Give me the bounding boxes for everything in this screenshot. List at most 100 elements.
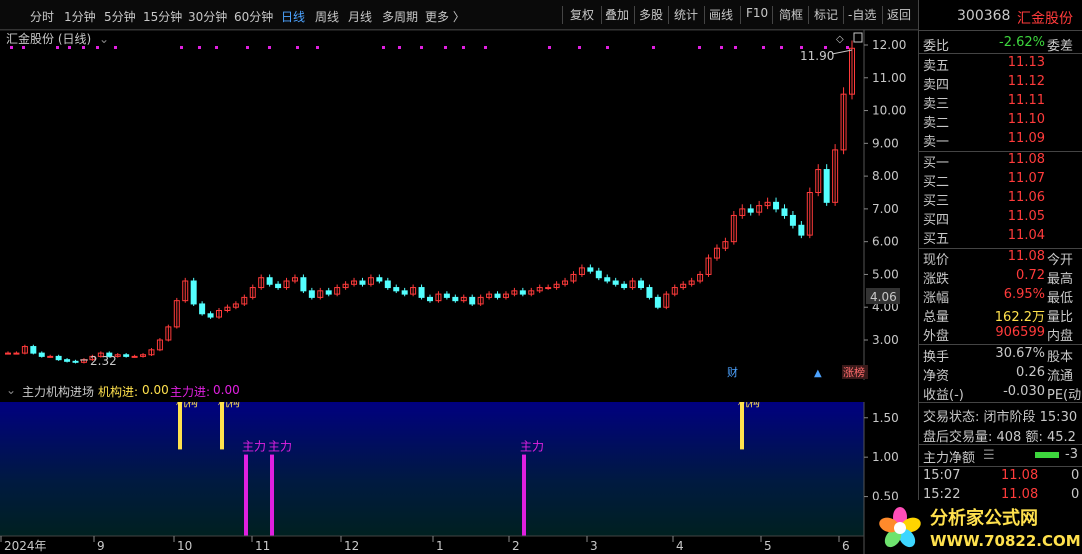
zhuli-value: 0.00: [213, 383, 240, 397]
fuquan-button[interactable]: 复权: [568, 6, 596, 24]
candle: [31, 347, 36, 354]
sell-level-label: 卖五: [923, 55, 949, 74]
mark-button[interactable]: 标记: [812, 6, 840, 24]
jigou-bar: [178, 402, 182, 449]
period-5min[interactable]: 5分钟: [104, 8, 136, 25]
price-chart[interactable]: 12.0011.0010.009.008.007.006.005.004.003…: [0, 30, 918, 380]
candle: [402, 291, 407, 294]
back-button[interactable]: 返回: [885, 6, 913, 24]
period-15min[interactable]: 15分钟: [143, 8, 182, 25]
period-more[interactable]: 更多 〉: [425, 8, 465, 25]
period-daily[interactable]: 日线: [281, 8, 305, 25]
price-tick-label: 8.00: [872, 169, 899, 183]
candle: [622, 284, 627, 287]
remove-watchlist-button[interactable]: -自选: [846, 6, 878, 24]
simple-frame-button[interactable]: 简框: [777, 6, 805, 24]
diamond-icon[interactable]: ◇: [836, 34, 844, 45]
time-tick-label: 2024年: [4, 539, 47, 553]
quote-stat: 总量162.2万量比: [923, 306, 1082, 325]
signal-dot: [296, 46, 299, 49]
toolbar-divider: [601, 6, 602, 24]
candle: [790, 215, 795, 225]
indicator-axis: 1.501.000.50: [864, 411, 899, 504]
signal-dot: [420, 46, 423, 49]
zhuli-tag: 主力: [520, 440, 544, 454]
price-tick-label: 5.00: [872, 267, 899, 281]
toolbar-divider: [740, 6, 741, 24]
finance-tag[interactable]: 财: [727, 365, 738, 379]
signal-dot: [846, 46, 849, 49]
period-30min[interactable]: 30分钟: [188, 8, 227, 25]
buy-level-label: 买四: [923, 209, 949, 228]
chart-title: 汇金股份 (日线) ⌄: [6, 30, 109, 47]
period-1min[interactable]: 1分钟: [64, 8, 96, 25]
overlay-button[interactable]: 叠加: [603, 6, 631, 24]
quote-stat-tail: 今开: [1047, 249, 1073, 268]
time-tick-label: 5: [764, 539, 772, 553]
high-marker: 11.90: [800, 49, 852, 63]
indicator-chart[interactable]: 机构机构机构主力主力主力 1.501.000.50 2024年910111212…: [0, 402, 918, 554]
period-60min[interactable]: 60分钟: [234, 8, 273, 25]
sell-level-value: 11.09: [1008, 131, 1045, 146]
time-tick-label: 12: [344, 539, 359, 553]
after-hours: 盘后交易量: 408 额: 45.2: [923, 426, 1082, 445]
signal-dot: [268, 46, 271, 49]
signal-dot: [114, 46, 117, 49]
limit-up-tag[interactable]: 涨榜: [843, 365, 865, 379]
period-weekly[interactable]: 周线: [315, 8, 339, 25]
period-multi[interactable]: 多周期: [382, 8, 418, 25]
signal-dot: [444, 46, 447, 49]
tick-time: 15:07: [923, 468, 960, 483]
f10-button[interactable]: F10: [744, 6, 770, 24]
quote-stat-2: 净资0.26流通: [923, 365, 1082, 384]
sell-level: 卖四11.12: [923, 74, 1082, 93]
quote-stat-2-label: 净资: [923, 365, 949, 384]
sell-level-value: 11.10: [1008, 112, 1045, 127]
price-tick-label: 10.00: [872, 104, 906, 118]
candle: [748, 209, 753, 212]
divider: [919, 53, 1082, 54]
draw-line-button[interactable]: 画线: [707, 6, 735, 24]
quote-stat-label: 涨跌: [923, 268, 949, 287]
buy-level-value: 11.07: [1008, 171, 1045, 186]
weibi-value: -2.62%: [999, 35, 1045, 50]
buy-level-label: 买五: [923, 228, 949, 247]
quote-stat-label: 现价: [923, 249, 949, 268]
divider: [919, 30, 1082, 31]
stock-header: 300368 汇金股份: [923, 8, 1082, 27]
price-tick-label: 12.00: [872, 38, 906, 52]
candle: [605, 278, 610, 281]
sell-level: 卖二11.10: [923, 112, 1082, 131]
watermark-logo: 分析家公式网 WWW.70822.COM: [872, 500, 1082, 554]
candle: [73, 361, 78, 362]
candle: [546, 288, 551, 289]
quote-stat-2-value: -0.030: [1003, 384, 1045, 399]
weibi-label: 委比: [923, 35, 949, 54]
collapse-icon[interactable]: ⌄: [6, 383, 16, 397]
signal-dot: [652, 46, 655, 49]
indicator-name[interactable]: 主力机构进场: [22, 383, 94, 400]
candle: [588, 268, 593, 271]
candle: [301, 278, 306, 291]
quote-stat-2-value: 30.67%: [995, 346, 1045, 361]
candle: [124, 355, 129, 357]
candle: [39, 353, 44, 356]
period-monthly[interactable]: 月线: [348, 8, 372, 25]
candle: [200, 304, 205, 314]
list-icon[interactable]: ☰: [983, 448, 995, 463]
quote-stat-2-label: 换手: [923, 346, 949, 365]
current-price-tag: 4.06: [870, 290, 897, 304]
time-tick-label: 6: [842, 539, 850, 553]
period-fenshi[interactable]: 分时: [30, 8, 54, 25]
signal-dot: [780, 46, 783, 49]
stats-button[interactable]: 统计: [672, 6, 700, 24]
chevron-down-icon[interactable]: ⌄: [99, 32, 109, 46]
quote-stat-label: 涨幅: [923, 287, 949, 306]
candle: [65, 360, 70, 362]
multi-stock-button[interactable]: 多股: [637, 6, 665, 24]
zhuli-tag: 主力: [242, 440, 266, 454]
window-icon[interactable]: [854, 33, 862, 42]
candle: [385, 281, 390, 288]
quote-stat-label: 总量: [923, 306, 949, 325]
time-tick-label: 9: [97, 539, 105, 553]
